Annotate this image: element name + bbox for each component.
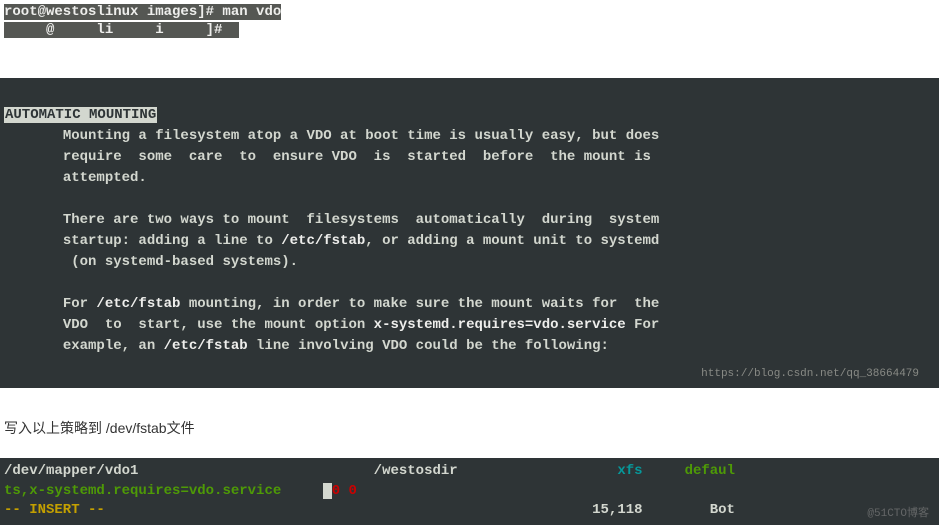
man-text: startup: adding a line to [4, 233, 281, 249]
man-text: For [4, 296, 96, 312]
csdn-watermark: https://blog.csdn.net/qq_38664479 [701, 366, 919, 383]
man-text: For [626, 317, 660, 333]
path-fstab: /etc/fstab [281, 233, 365, 249]
cto-watermark: @51CTO博客 [867, 507, 929, 522]
fstab-line2: ts, [4, 483, 29, 499]
fstab-fstype: xfs [617, 463, 642, 479]
fstab-mountpoint: /westosdir [374, 463, 458, 479]
man-text: , or adding a mount unit to systemd [365, 233, 659, 249]
man-text: attempted. [4, 170, 147, 186]
fstab-device: /dev/mapper/vdo1 [4, 463, 138, 479]
mount-option: x-systemd.requires=vdo.service [374, 317, 626, 333]
path-fstab: /etc/fstab [164, 338, 248, 354]
man-page-output: AUTOMATIC MOUNTING Mounting a filesystem… [0, 78, 939, 388]
vim-location: Bot [710, 502, 735, 518]
section-heading: AUTOMATIC MOUNTING [4, 107, 157, 123]
prompt-line-1: root@westoslinux images]# man vdo [4, 4, 281, 20]
fstab-dump: 0 [332, 483, 340, 499]
fstab-pass: 0 [340, 483, 357, 499]
cursor [323, 483, 331, 499]
man-text: example, an [4, 338, 164, 354]
man-text: line involving VDO could be the followin… [248, 338, 609, 354]
fstab-opts2: x-systemd.requires=vdo.service [29, 483, 281, 499]
man-text: require some care to ensure VDO is start… [4, 149, 651, 165]
man-text: VDO to start, use the mount option [4, 317, 374, 333]
vim-editor[interactable]: /dev/mapper/vdo1 /westosdir xfs defaul t… [0, 458, 939, 525]
terminal-top: root@westoslinux images]# man vdo @ li i… [0, 0, 939, 38]
path-fstab: /etc/fstab [96, 296, 180, 312]
vim-mode: -- INSERT -- [4, 502, 105, 518]
prompt-line-2: @ li i ]# [4, 22, 239, 38]
fstab-opts: defaul [685, 463, 735, 479]
man-text: (on systemd-based systems). [4, 254, 298, 270]
man-text: Mounting a filesystem atop a VDO at boot… [4, 128, 659, 144]
man-text: There are two ways to mount filesystems … [4, 212, 659, 228]
vim-position: 15,118 [592, 502, 642, 518]
instruction-text: 写入以上策略到 /dev/fstab文件 [4, 418, 939, 438]
man-text: mounting, in order to make sure the moun… [180, 296, 659, 312]
